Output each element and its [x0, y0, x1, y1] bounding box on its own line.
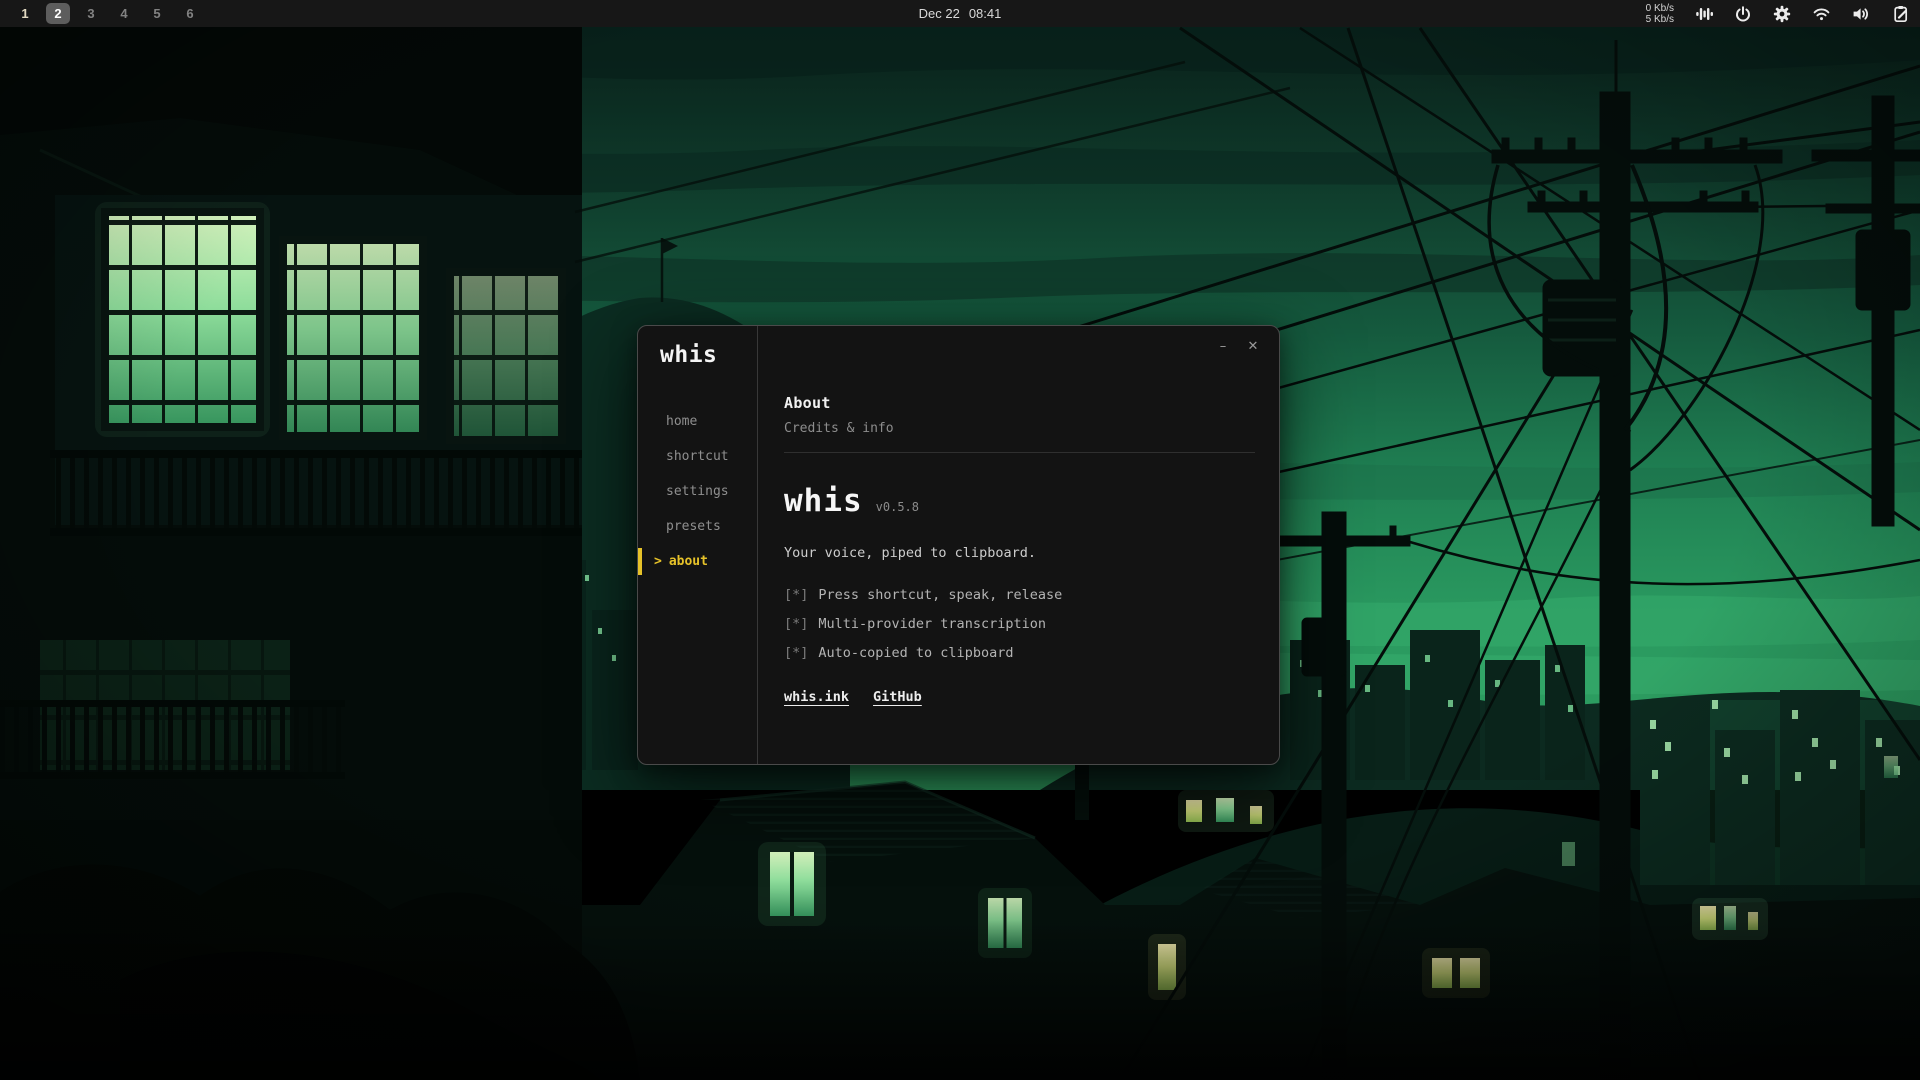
- divider: [784, 452, 1255, 453]
- nav-label: shortcut: [666, 449, 729, 464]
- close-button[interactable]: ✕: [1243, 336, 1263, 356]
- window-controls: – ✕: [1213, 336, 1263, 356]
- nav-label: about: [669, 554, 708, 569]
- whis-app-window: – ✕ whis home shortcut settings presets …: [637, 325, 1280, 765]
- clipboard-edit-icon[interactable]: [1892, 5, 1910, 23]
- app-title: whis: [660, 342, 757, 368]
- taskbar: 1 2 3 4 5 6 Dec 22 08:41 0 Kb/s 5 Kb/s: [0, 0, 1920, 27]
- network-up: 0 Kb/s: [1646, 3, 1674, 14]
- feature-bullet: [*]: [784, 587, 808, 603]
- feature-bullet: [*]: [784, 616, 808, 632]
- feature-item: [*] Auto-copied to clipboard: [784, 645, 1255, 661]
- feature-item: [*] Multi-provider transcription: [784, 616, 1255, 632]
- link-whis-ink[interactable]: whis.ink: [784, 689, 849, 705]
- nav-item-settings[interactable]: settings: [638, 474, 757, 509]
- network-speed: 0 Kb/s 5 Kb/s: [1646, 3, 1674, 25]
- nav-item-shortcut[interactable]: shortcut: [638, 439, 757, 474]
- power-icon[interactable]: [1734, 5, 1752, 23]
- active-prefix: >: [654, 554, 662, 569]
- sidebar-nav: home shortcut settings presets > about: [638, 404, 757, 579]
- about-panel: About Credits & info whis v0.5.8 Your vo…: [784, 394, 1255, 705]
- app-version: v0.5.8: [876, 500, 919, 514]
- active-indicator: [638, 548, 642, 575]
- workspace-switcher: 1 2 3 4 5 6: [0, 3, 202, 24]
- clock: Dec 22 08:41: [919, 0, 1002, 27]
- nav-item-home[interactable]: home: [638, 404, 757, 439]
- workspace-4[interactable]: 4: [112, 3, 136, 24]
- workspace-2[interactable]: 2: [46, 3, 70, 24]
- volume-icon[interactable]: [1852, 5, 1871, 23]
- workspace-1[interactable]: 1: [13, 3, 37, 24]
- feature-list: [*] Press shortcut, speak, release [*] Mul…: [784, 587, 1255, 661]
- nav-item-about[interactable]: > about: [638, 544, 757, 579]
- audio-levels-icon[interactable]: [1695, 5, 1713, 23]
- nav-label: presets: [666, 519, 721, 534]
- page-title: About: [784, 394, 1255, 412]
- workspace-6[interactable]: 6: [178, 3, 202, 24]
- sidebar: whis home shortcut settings presets > ab…: [638, 326, 758, 764]
- app-name: whis: [784, 483, 863, 519]
- network-down: 5 Kb/s: [1646, 14, 1674, 25]
- settings-gear-icon[interactable]: [1773, 5, 1791, 23]
- nav-label: home: [666, 414, 697, 429]
- feature-text: Auto-copied to clipboard: [818, 645, 1013, 661]
- workspace-5[interactable]: 5: [145, 3, 169, 24]
- tagline: Your voice, piped to clipboard.: [784, 545, 1255, 561]
- nav-label: settings: [666, 484, 729, 499]
- page-subtitle: Credits & info: [784, 421, 1255, 436]
- feature-bullet: [*]: [784, 645, 808, 661]
- feature-text: Multi-provider transcription: [818, 616, 1046, 632]
- wifi-icon[interactable]: [1812, 5, 1831, 23]
- clock-time: 08:41: [969, 6, 1002, 21]
- links-row: whis.ink GitHub: [784, 689, 1255, 705]
- feature-text: Press shortcut, speak, release: [818, 587, 1062, 603]
- system-tray: 0 Kb/s 5 Kb/s: [1646, 3, 1920, 25]
- feature-item: [*] Press shortcut, speak, release: [784, 587, 1255, 603]
- link-github[interactable]: GitHub: [873, 689, 922, 705]
- clock-date: Dec 22: [919, 6, 960, 21]
- workspace-3[interactable]: 3: [79, 3, 103, 24]
- minimize-button[interactable]: –: [1213, 336, 1233, 356]
- nav-item-presets[interactable]: presets: [638, 509, 757, 544]
